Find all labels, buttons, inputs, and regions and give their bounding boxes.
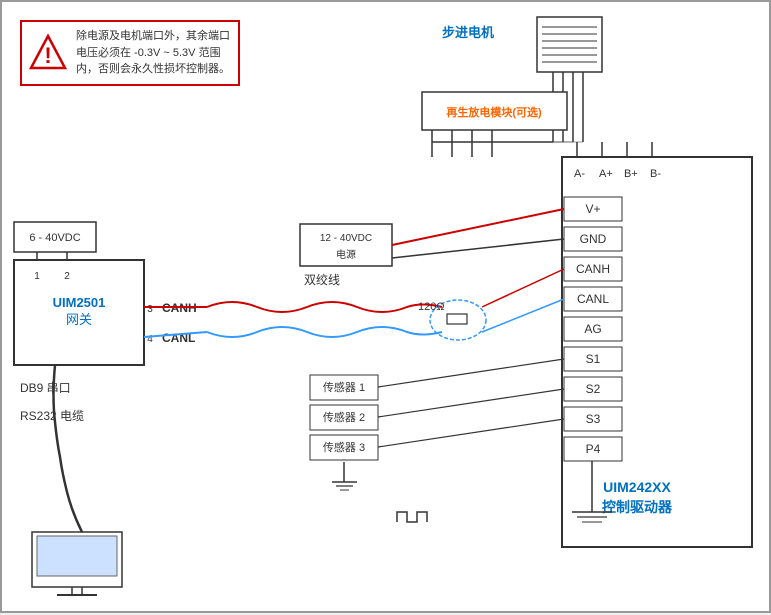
svg-text:传感器 1: 传感器 1 bbox=[323, 381, 365, 394]
svg-text:UIM242XX: UIM242XX bbox=[603, 479, 671, 495]
warning-icon: ! bbox=[28, 33, 68, 73]
warning-text: 除电源及电机端口外，其余端口电压必须在 -0.3V ~ 5.3V 范围内，否则会… bbox=[76, 28, 232, 78]
svg-text:B-: B- bbox=[650, 168, 661, 180]
svg-text:GND: GND bbox=[580, 232, 607, 246]
svg-text:V+: V+ bbox=[585, 202, 600, 216]
svg-text:CANH: CANH bbox=[162, 301, 197, 315]
svg-text:S2: S2 bbox=[586, 382, 601, 396]
svg-text:再生放电模块(可选): 再生放电模块(可选) bbox=[446, 105, 542, 119]
svg-text:120Ω: 120Ω bbox=[418, 301, 445, 313]
svg-text:CANL: CANL bbox=[577, 292, 609, 306]
svg-text:传感器 3: 传感器 3 bbox=[323, 441, 365, 454]
main-diagram: ! 除电源及电机端口外，其余端口电压必须在 -0.3V ~ 5.3V 范围内，否… bbox=[0, 0, 771, 613]
svg-text:4: 4 bbox=[147, 334, 153, 345]
svg-text:S1: S1 bbox=[586, 352, 601, 366]
svg-text:12 - 40VDC: 12 - 40VDC bbox=[320, 233, 372, 244]
svg-text:电源: 电源 bbox=[336, 248, 356, 261]
svg-text:控制驱动器: 控制驱动器 bbox=[602, 499, 673, 515]
svg-text:传感器 2: 传感器 2 bbox=[323, 411, 365, 424]
svg-text:S3: S3 bbox=[586, 412, 601, 426]
svg-text:P4: P4 bbox=[586, 442, 601, 456]
svg-text:A+: A+ bbox=[599, 168, 613, 180]
stepper-label: 步进电机 bbox=[442, 25, 494, 40]
svg-text:6 - 40VDC: 6 - 40VDC bbox=[29, 232, 80, 244]
svg-text:UIM2501: UIM2501 bbox=[53, 295, 106, 310]
svg-text:网关: 网关 bbox=[66, 312, 92, 327]
svg-text:1: 1 bbox=[34, 271, 40, 282]
svg-text:CANL: CANL bbox=[162, 331, 195, 345]
svg-text:2: 2 bbox=[64, 271, 70, 282]
svg-text:AG: AG bbox=[584, 322, 601, 336]
svg-text:!: ! bbox=[44, 43, 51, 68]
svg-text:A-: A- bbox=[574, 168, 585, 180]
warning-box: ! 除电源及电机端口外，其余端口电压必须在 -0.3V ~ 5.3V 范围内，否… bbox=[20, 20, 240, 86]
svg-text:B+: B+ bbox=[624, 168, 638, 180]
svg-text:3: 3 bbox=[147, 304, 153, 315]
svg-text:DB9 串口: DB9 串口 bbox=[20, 381, 71, 395]
svg-text:RS232 电缆: RS232 电缆 bbox=[20, 409, 84, 423]
svg-text:CANH: CANH bbox=[576, 262, 610, 276]
circuit-diagram: 步进电机 再生放电模块(可选) A- A+ B+ B- bbox=[2, 2, 771, 615]
svg-text:双绞线: 双绞线 bbox=[304, 272, 340, 287]
